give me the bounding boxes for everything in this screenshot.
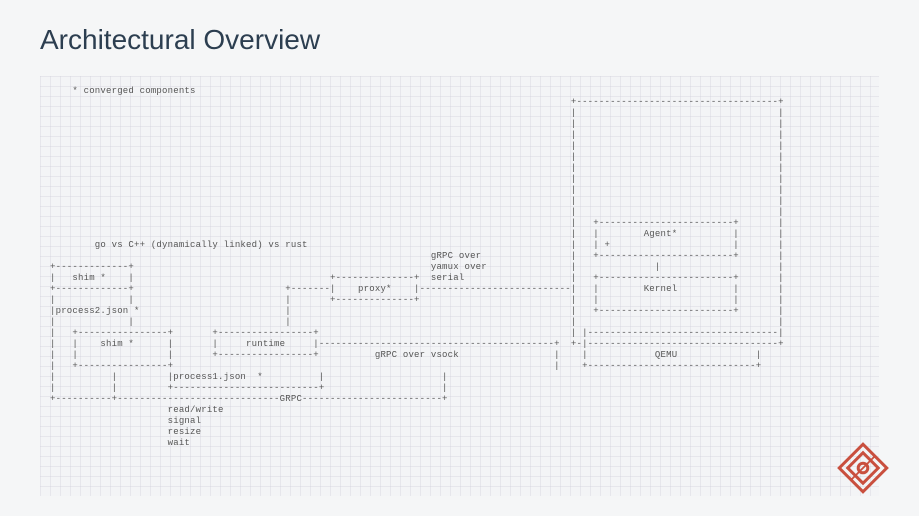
ascii-diagram: * converged components +----------------… bbox=[50, 86, 869, 449]
brand-logo-icon bbox=[833, 438, 893, 498]
architecture-diagram: * converged components +----------------… bbox=[40, 76, 879, 496]
page-title: Architectural Overview bbox=[40, 24, 879, 56]
